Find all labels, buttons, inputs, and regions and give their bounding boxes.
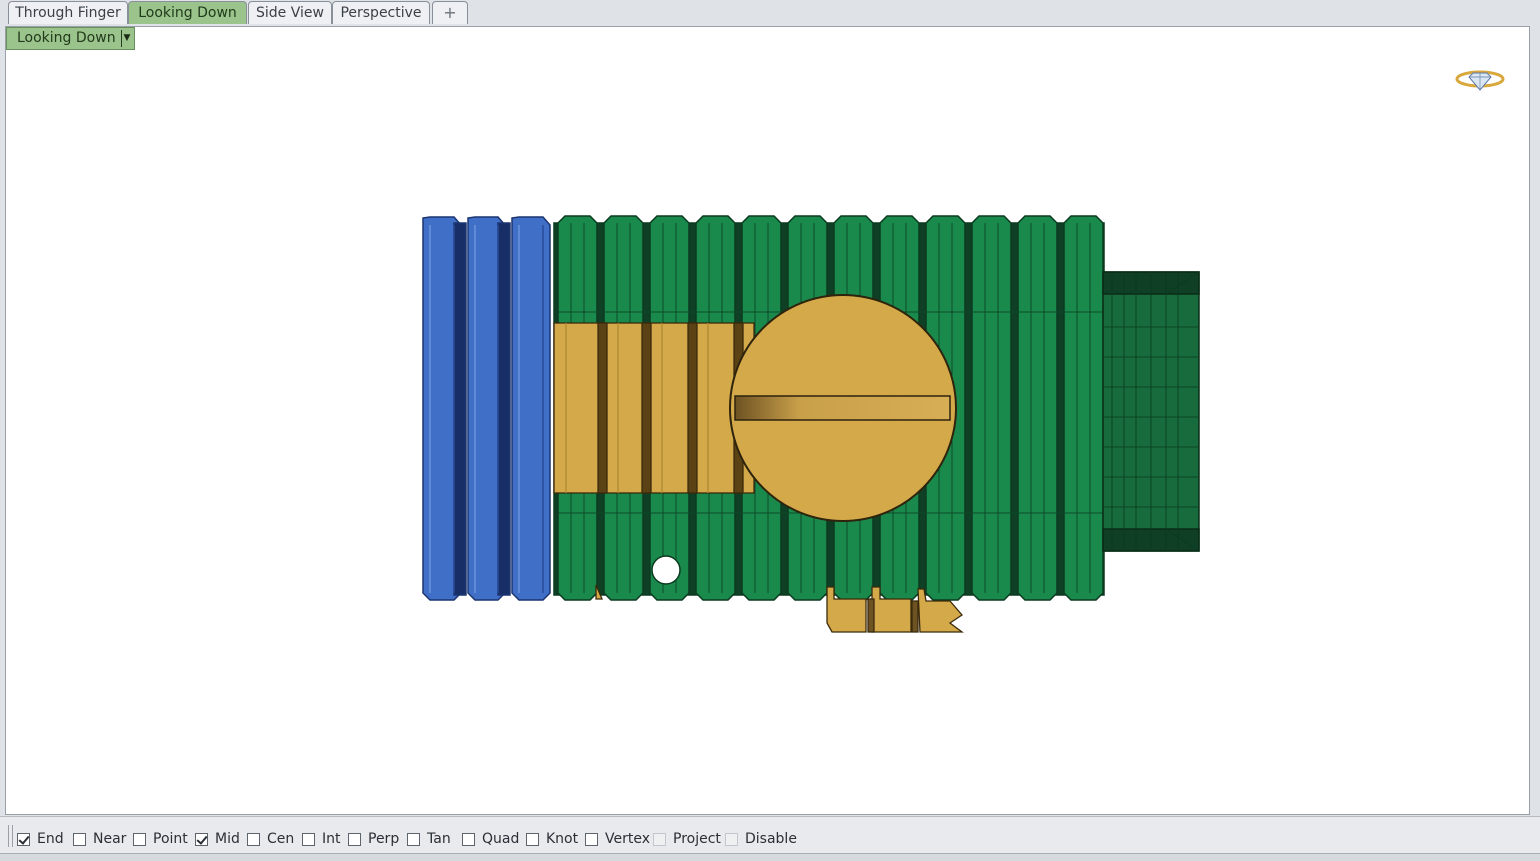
checkbox[interactable] [73, 832, 86, 846]
tab-looking-down[interactable]: Looking Down [128, 1, 247, 24]
pivot-marker [651, 555, 681, 585]
osnap-end[interactable]: End [17, 830, 64, 848]
viewport-title-menu[interactable]: Looking Down ▼ [6, 27, 135, 50]
checkbox[interactable] [526, 832, 539, 846]
osnap-label: Disable [745, 831, 797, 847]
osnap-label: Point [153, 831, 188, 847]
blue-ribs [422, 216, 551, 601]
checkbox[interactable] [462, 832, 475, 846]
osnap-label: Vertex [605, 831, 651, 847]
osnap-toolbar: End Near Point Mid Cen Int Perp Tan Quad… [0, 816, 1540, 853]
tab-label: Side View [256, 5, 324, 21]
osnap-label: Mid [215, 831, 240, 847]
checkbox[interactable] [302, 832, 315, 846]
osnap-perp[interactable]: Perp [348, 830, 399, 848]
osnap-label: Cen [267, 831, 295, 847]
checkbox[interactable] [585, 832, 598, 846]
add-tab-button[interactable]: + [432, 1, 468, 24]
osnap-knot[interactable]: Knot [526, 830, 578, 848]
green-end-cap [1102, 271, 1200, 552]
osnap-point[interactable]: Point [133, 830, 188, 848]
checkbox[interactable] [348, 832, 361, 846]
tab-perspective[interactable]: Perspective [332, 1, 430, 24]
osnap-disable[interactable]: Disable [725, 830, 797, 848]
osnap-label: Tan [427, 831, 451, 847]
osnap-vertex[interactable]: Vertex [585, 830, 650, 848]
viewport-title: Looking Down [17, 30, 116, 46]
checkbox[interactable] [407, 832, 420, 846]
viewport-tab-bar: Through Finger Looking Down Side View Pe… [0, 0, 1540, 26]
osnap-label: Project [673, 831, 721, 847]
checkbox[interactable] [133, 832, 146, 846]
tab-through-finger[interactable]: Through Finger [8, 1, 128, 24]
osnap-label: End [37, 831, 64, 847]
osnap-project[interactable]: Project [653, 830, 721, 848]
plus-icon: + [443, 3, 457, 22]
osnap-label: Knot [546, 831, 579, 847]
ring-diamond-icon[interactable] [1454, 63, 1506, 93]
checkbox[interactable] [653, 832, 666, 846]
toolbar-grip[interactable] [8, 825, 13, 847]
tab-label: Looking Down [138, 5, 237, 21]
osnap-cen[interactable]: Cen [247, 830, 294, 848]
osnap-mid[interactable]: Mid [195, 830, 240, 848]
tab-side-view[interactable]: Side View [248, 1, 332, 24]
chevron-down-icon[interactable]: ▼ [121, 30, 132, 47]
viewport-looking-down[interactable]: Looking Down ▼ [5, 26, 1530, 815]
checkbox[interactable] [17, 832, 30, 846]
osnap-quad[interactable]: Quad [462, 830, 519, 848]
osnap-label: Perp [368, 831, 400, 847]
checkbox[interactable] [195, 832, 208, 846]
tab-label: Through Finger [15, 5, 121, 21]
osnap-label: Quad [482, 831, 520, 847]
screw-head [729, 294, 957, 522]
gold-band [553, 322, 755, 494]
osnap-int[interactable]: Int [302, 830, 341, 848]
model-render [422, 215, 1200, 633]
checkbox[interactable] [725, 832, 738, 846]
osnap-near[interactable]: Near [73, 830, 126, 848]
osnap-label: Int [322, 831, 341, 847]
checkbox[interactable] [247, 832, 260, 846]
osnap-tan[interactable]: Tan [407, 830, 451, 848]
tab-label: Perspective [340, 5, 422, 21]
osnap-label: Near [93, 831, 127, 847]
